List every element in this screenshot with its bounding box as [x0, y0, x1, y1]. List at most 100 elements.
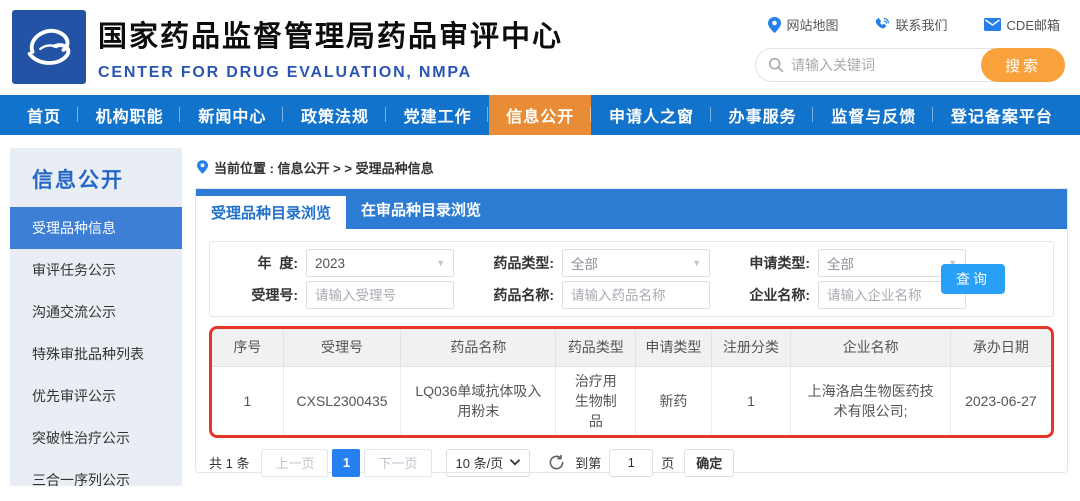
nav-item-applicant-window[interactable]: 申请人之窗: [589, 95, 711, 135]
search-button[interactable]: 搜索: [981, 48, 1065, 82]
breadcrumb-pin-icon: [197, 160, 208, 174]
sidebar-title: 信息公开: [32, 169, 124, 192]
mail-icon: [983, 18, 1001, 31]
col-date: 承办日期: [950, 329, 1051, 367]
company-name-input[interactable]: [827, 287, 957, 303]
drug-name-label: 药品名称:: [493, 287, 554, 303]
next-page-button[interactable]: 下一页: [364, 448, 432, 477]
drug-name-field: [562, 281, 710, 309]
results-table: 序号 受理号 药品名称 药品类型 申请类型 注册分类 企业名称 承办日期 1 C…: [212, 329, 1051, 435]
accept-no-field: [306, 281, 454, 309]
accept-no-input[interactable]: [315, 287, 445, 303]
main-nav: 首页 机构职能 新闻中心 政策法规 党建工作 信息公开 申请人之窗 办事服务 监…: [0, 95, 1080, 135]
mailbox-label: CDE邮箱: [1006, 18, 1060, 33]
cell-drug-type: 治疗用生物制品: [555, 366, 637, 435]
cell-seq: 1: [212, 366, 284, 435]
panel-body: 年 度: 2023 ▼ 药品类型: 全部 ▼ 申请类型: 全部 ▼ 受理号: 请…: [196, 229, 1067, 477]
filter-accept-no: 受理号:: [210, 281, 454, 309]
refresh-icon[interactable]: [548, 454, 565, 471]
drug-name-input[interactable]: [571, 287, 701, 303]
nav-item-party[interactable]: 党建工作: [384, 95, 489, 135]
tab-accepted-catalog[interactable]: 受理品种目录浏览: [196, 196, 346, 229]
goto-label: 到第: [575, 456, 602, 471]
sitemap-link[interactable]: 网站地图: [767, 15, 839, 34]
nav-item-supervision[interactable]: 监督与反馈: [812, 95, 933, 135]
sidebar-item-three-in-one[interactable]: 三合一序列公示: [10, 459, 182, 501]
filter-apply-type: 申请类型: 全部 ▼: [722, 249, 966, 277]
nav-item-policies[interactable]: 政策法规: [281, 95, 386, 135]
site-header: 国家药品监督管理局药品审评中心 CENTER FOR DRUG EVALUATI…: [0, 0, 1080, 95]
main-panel: 当前位置 : 信息公开 > > 受理品种信息 受理品种目录浏览 在审品种目录浏览…: [195, 148, 1068, 486]
sidebar-item-review-tasks[interactable]: 审评任务公示: [10, 249, 182, 291]
cde-swoosh-icon: [20, 18, 78, 76]
filter-year: 年 度: 2023 ▼: [210, 249, 454, 277]
breadcrumb: 当前位置 : 信息公开 > > 受理品种信息: [197, 156, 1068, 178]
total-count: 共 1 条: [209, 456, 250, 471]
brand-block: 国家药品监督管理局药品审评中心 CENTER FOR DRUG EVALUATI…: [98, 13, 563, 82]
sidebar-item-accepted-varieties[interactable]: 受理品种信息: [10, 207, 182, 249]
nav-item-home[interactable]: 首页: [10, 95, 78, 135]
sidebar-item-priority-review[interactable]: 优先审评公示: [10, 375, 182, 417]
drug-type-select[interactable]: 全部 ▼: [562, 249, 710, 277]
sidebar-item-communication[interactable]: 沟通交流公示: [10, 291, 182, 333]
accept-no-label: 受理号:: [251, 287, 298, 303]
nav-item-registration-platform[interactable]: 登记备案平台: [931, 95, 1070, 135]
goto-page-input[interactable]: [609, 448, 654, 477]
breadcrumb-text: 当前位置 : 信息公开 > > 受理品种信息: [214, 160, 434, 176]
filter-row-1: 年 度: 2023 ▼ 药品类型: 全部 ▼ 申请类型: 全部 ▼: [210, 249, 1053, 277]
drug-type-label: 药品类型:: [493, 255, 554, 271]
company-name-label: 企业名称:: [749, 287, 810, 303]
results-table-highlight: 序号 受理号 药品名称 药品类型 申请类型 注册分类 企业名称 承办日期 1 C…: [209, 326, 1054, 438]
apply-type-label: 申请类型:: [749, 255, 810, 271]
chevron-down-icon: ▼: [436, 258, 445, 268]
cell-drug-name: LQ036单域抗体吸入用粉末: [400, 366, 557, 435]
pagination: 共 1 条 上一页 1 下一页 10 条/页 到第 1 页 确定: [209, 448, 1054, 477]
nav-item-services[interactable]: 办事服务: [709, 95, 814, 135]
sitemap-label: 网站地图: [786, 18, 839, 33]
chevron-down-icon: [510, 459, 521, 466]
goto-unit: 页: [661, 456, 675, 471]
col-drug-name: 药品名称: [400, 329, 557, 367]
contact-link[interactable]: 联系我们: [875, 15, 948, 34]
filter-row-2: 受理号: 药品名称: 企业名称:: [210, 281, 1053, 309]
page-number-1[interactable]: 1: [332, 448, 361, 477]
year-label: 年 度:: [257, 255, 298, 271]
col-drug-type: 药品类型: [555, 329, 637, 367]
sidebar: 信息公开 受理品种信息 审评任务公示 沟通交流公示 特殊审批品种列表 优先审评公…: [10, 148, 182, 488]
search-icon: [768, 57, 784, 73]
query-button[interactable]: 查询: [941, 264, 1005, 294]
quick-links: 网站地图 联系我们 CDE邮箱: [767, 15, 1060, 34]
mailbox-link[interactable]: CDE邮箱: [983, 15, 1060, 34]
tab-under-review-catalog[interactable]: 在审品种目录浏览: [346, 189, 496, 229]
search-input[interactable]: [784, 57, 982, 73]
filter-company-name: 企业名称:: [722, 281, 966, 309]
map-pin-icon: [767, 16, 781, 33]
phone-icon: [875, 17, 890, 32]
chevron-down-icon: ▼: [692, 258, 701, 268]
filter-box: 年 度: 2023 ▼ 药品类型: 全部 ▼ 申请类型: 全部 ▼ 受理号: 请…: [209, 241, 1054, 317]
nav-item-functions[interactable]: 机构职能: [76, 95, 181, 135]
sidebar-item-breakthrough-therapy[interactable]: 突破性治疗公示: [10, 417, 182, 459]
tab-bar: 受理品种目录浏览 在审品种目录浏览: [196, 189, 1067, 229]
table-row[interactable]: 1 CXSL2300435 LQ036单域抗体吸入用粉末 治疗用生物制品 新药 …: [212, 366, 1051, 435]
cell-accept-no: CXSL2300435: [283, 366, 402, 435]
cde-logo: [12, 10, 86, 84]
nav-item-info-disclosure[interactable]: 信息公开: [487, 95, 592, 135]
confirm-button[interactable]: 确定: [684, 448, 735, 477]
year-select[interactable]: 2023 ▼: [306, 249, 454, 277]
site-subtitle: CENTER FOR DRUG EVALUATION, NMPA: [98, 64, 473, 81]
page-size-select[interactable]: 10 条/页: [445, 448, 531, 477]
col-seq: 序号: [212, 329, 284, 367]
apply-type-value: 全部: [827, 257, 854, 272]
prev-page-button[interactable]: 上一页: [261, 448, 329, 477]
table-header-row: 序号 受理号 药品名称 药品类型 申请类型 注册分类 企业名称 承办日期: [212, 329, 1051, 367]
page-size-value: 10 条/页: [455, 456, 504, 471]
filter-drug-type: 药品类型: 全部 ▼: [466, 249, 710, 277]
drug-type-value: 全部: [571, 257, 598, 272]
col-company: 企业名称: [790, 329, 951, 367]
cell-reg-class: 1: [711, 366, 792, 435]
col-reg-class: 注册分类: [711, 329, 792, 367]
nav-item-news[interactable]: 新闻中心: [179, 95, 283, 135]
site-title: 国家药品监督管理局药品审评中心: [98, 21, 564, 53]
sidebar-item-special-approval[interactable]: 特殊审批品种列表: [10, 333, 182, 375]
